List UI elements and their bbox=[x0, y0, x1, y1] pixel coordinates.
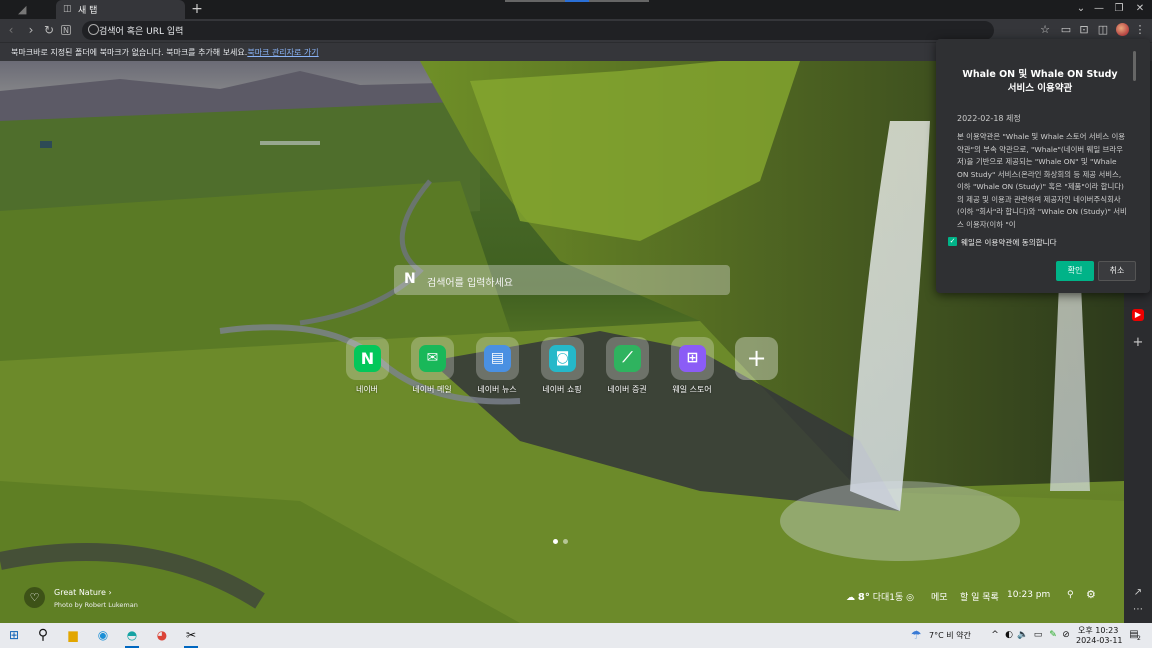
title-indicator-active bbox=[565, 0, 589, 2]
search-input[interactable]: 검색어를 입력하세요 bbox=[427, 274, 513, 289]
windows-start-icon[interactable]: ⊞ bbox=[6, 627, 22, 643]
shortcut-tile: ✉ bbox=[411, 337, 454, 380]
youtube-icon[interactable]: ▶ bbox=[1132, 309, 1144, 321]
new-tab-page-icon: ◫ bbox=[63, 4, 72, 14]
bookmark-empty-message: 북마크바로 지정된 폴더에 북마크가 없습니다. 북마크를 추가해 보세요.북마… bbox=[11, 47, 319, 58]
settings-gear-icon[interactable]: ⚙ bbox=[1086, 588, 1096, 601]
photo-title-text: Great Nature bbox=[54, 588, 106, 597]
title-indicator bbox=[589, 0, 649, 2]
shortcut-naver[interactable]: N 네이버 bbox=[337, 337, 397, 397]
search-icon bbox=[88, 24, 99, 35]
naver-search-box[interactable]: N 검색어를 입력하세요 bbox=[394, 265, 730, 295]
weather-location: 다대1동 bbox=[872, 593, 904, 603]
forward-arrow-icon[interactable]: › bbox=[24, 23, 38, 37]
reload-icon[interactable]: ↻ bbox=[42, 23, 56, 37]
new-tab-button[interactable]: + bbox=[190, 1, 204, 17]
capcut-icon[interactable]: ✂ bbox=[183, 627, 199, 643]
split-view-icon[interactable]: ◫ bbox=[1096, 23, 1110, 37]
photo-title[interactable]: Great Nature › bbox=[54, 588, 112, 597]
cloud-icon: ☁ bbox=[846, 593, 855, 603]
naver-icon: N bbox=[354, 345, 381, 372]
shortcut-naver-stock[interactable]: ⟋ 네이버 증권 bbox=[597, 337, 657, 397]
shortcut-tile: ▤ bbox=[476, 337, 519, 380]
whale-logo-icon: ◢ bbox=[18, 3, 27, 16]
shortcut-naver-shopping[interactable]: ◙ 네이버 쇼핑 bbox=[532, 337, 592, 397]
weather-rain-icon: ☂ bbox=[910, 628, 922, 642]
naver-news-icon: ▤ bbox=[484, 345, 511, 372]
clock[interactable]: 10:23 pm bbox=[1007, 590, 1050, 600]
shortcut-tile: ◙ bbox=[541, 337, 584, 380]
whale-browser-icon[interactable]: ◓ bbox=[124, 627, 140, 643]
agree-checkbox-label[interactable]: 웨일은 이용약관에 동의합니다 bbox=[961, 237, 1057, 248]
taskbar-time[interactable]: 오후 10:23 bbox=[1078, 625, 1118, 636]
terms-body[interactable]: 본 이용약관은 "Whale 및 Whale 스토어 서비스 이용약관"의 부속… bbox=[957, 131, 1129, 231]
add-shortcut-button[interactable]: + bbox=[735, 337, 778, 380]
file-explorer-icon[interactable]: ▆ bbox=[65, 627, 81, 643]
edge-icon[interactable]: ◉ bbox=[95, 627, 111, 643]
bookmark-manager-link[interactable]: 북마크 관리자로 가기 bbox=[247, 48, 318, 57]
memo-button[interactable]: 메모 bbox=[931, 590, 948, 603]
back-arrow-icon[interactable]: ‹ bbox=[4, 23, 18, 37]
chrome-icon[interactable]: ◕ bbox=[154, 627, 170, 643]
sidebar-more-icon[interactable]: ⋯ bbox=[1131, 603, 1145, 617]
confirm-button[interactable]: 확인 bbox=[1056, 261, 1094, 281]
shortcut-naver-mail[interactable]: ✉ 네이버 메일 bbox=[402, 337, 462, 397]
page-dot[interactable] bbox=[563, 539, 568, 544]
shortcut-label: 웨일 스토어 bbox=[672, 385, 712, 394]
sidebar-panel-icon[interactable]: ▭ bbox=[1059, 23, 1073, 37]
address-bar[interactable]: 검색어 혹은 URL 입력 bbox=[82, 21, 994, 40]
popup-title-line1: Whale ON 및 Whale ON Study bbox=[962, 69, 1118, 80]
naver-stock-icon: ⟋ bbox=[614, 345, 641, 372]
todo-button[interactable]: 할 일 목록 bbox=[960, 590, 999, 603]
shortcut-tile: N bbox=[346, 337, 389, 380]
shortcut-tile: ⊞ bbox=[671, 337, 714, 380]
weather-widget[interactable]: ☁ 8° 다대1동 ◎ bbox=[846, 590, 914, 603]
photo-credit: Photo by Robert Lukeman bbox=[54, 601, 138, 609]
shortcut-naver-news[interactable]: ▤ 네이버 뉴스 bbox=[467, 337, 527, 397]
minimize-button[interactable]: — bbox=[1089, 1, 1109, 17]
taskbar-weather[interactable]: 7°C 비 약간 bbox=[929, 630, 971, 641]
network-icon[interactable]: ▭ bbox=[1030, 627, 1046, 643]
terms-popup: Whale ON 및 Whale ON Study 서비스 이용약관 2022-… bbox=[936, 39, 1150, 293]
sidebar-add-icon[interactable]: + bbox=[1131, 336, 1145, 350]
shortcut-tile: ⟋ bbox=[606, 337, 649, 380]
tab-title: 새 탭 bbox=[78, 6, 98, 16]
tab-new-tab[interactable]: ◫ 새 탭 bbox=[56, 0, 185, 19]
speaker-icon[interactable]: 🔈 bbox=[1015, 627, 1031, 643]
address-input[interactable]: 검색어 혹은 URL 입력 bbox=[99, 24, 183, 37]
title-bar: ◢ ◫ 새 탭 + ⌄ — ❐ ✕ bbox=[0, 0, 1152, 19]
restore-button[interactable]: ❐ bbox=[1109, 1, 1129, 17]
location-target-icon: ◎ bbox=[906, 593, 915, 603]
agree-checkbox[interactable]: ✓ bbox=[948, 237, 957, 246]
page-dot-active[interactable] bbox=[553, 539, 558, 544]
terms-date: 2022-02-18 제정 bbox=[957, 114, 1021, 123]
page-indicator bbox=[553, 539, 573, 545]
title-indicator bbox=[505, 0, 565, 2]
naver-mail-icon: ✉ bbox=[419, 345, 446, 372]
bookmark-star-icon[interactable]: ☆ bbox=[1038, 23, 1052, 37]
naver-shopping-icon: ◙ bbox=[549, 345, 576, 372]
taskbar-date[interactable]: 2024-03-11 bbox=[1076, 636, 1123, 645]
user-stamp-icon[interactable]: ⚲ bbox=[1067, 590, 1074, 600]
windows-taskbar: ⊞ ⚲ ▆ ◉ ◓ ◕ ✂ ☂ 7°C 비 약간 ^ ◐ 🔈 ▭ ✎ ⊘ 오후 … bbox=[0, 623, 1152, 648]
cancel-button[interactable]: 취소 bbox=[1098, 261, 1136, 281]
tab-search-dropdown-icon[interactable]: ⌄ bbox=[1071, 1, 1091, 17]
naver-home-icon[interactable]: N bbox=[61, 25, 71, 35]
notification-count: 2 bbox=[1137, 635, 1141, 642]
search-icon[interactable]: ⚲ bbox=[35, 627, 51, 643]
popup-title: Whale ON 및 Whale ON Study 서비스 이용약관 bbox=[936, 68, 1144, 96]
whale-store-icon: ⊞ bbox=[679, 345, 706, 372]
shortcut-whale-store[interactable]: ⊞ 웨일 스토어 bbox=[662, 337, 722, 397]
close-button[interactable]: ✕ bbox=[1130, 1, 1150, 17]
popup-title-line2: 서비스 이용약관 bbox=[1007, 83, 1073, 94]
bookmark-message-text: 북마크바로 지정된 폴더에 북마크가 없습니다. 북마크를 추가해 보세요. bbox=[11, 48, 248, 57]
heart-icon[interactable]: ♡ bbox=[24, 587, 45, 608]
menu-kebab-icon[interactable]: ⋮ bbox=[1133, 23, 1147, 37]
external-link-icon[interactable]: ↗ bbox=[1131, 586, 1145, 600]
naver-logo-icon: N bbox=[404, 271, 416, 287]
tray-status-icon[interactable]: ⊘ bbox=[1058, 627, 1074, 643]
capture-icon[interactable]: ⊡ bbox=[1077, 23, 1091, 37]
weather-temp: 8° bbox=[857, 592, 870, 603]
profile-avatar[interactable] bbox=[1116, 23, 1129, 36]
